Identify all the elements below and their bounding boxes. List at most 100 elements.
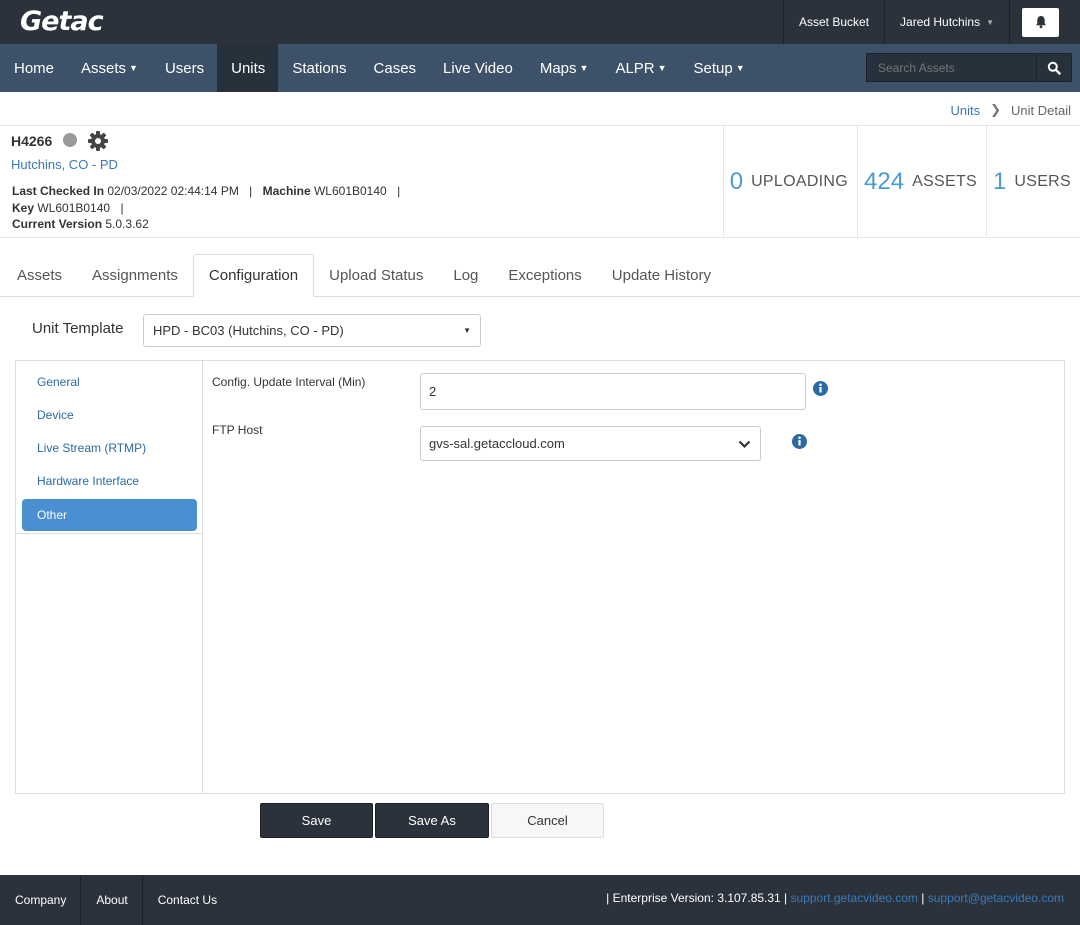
unit-template-select[interactable]: HPD - BC03 (Hutchins, CO - PD) ▼: [143, 314, 481, 347]
stat-uploading[interactable]: 0 UPLOADING: [722, 126, 857, 237]
stat-users-label: USERS: [1014, 172, 1071, 190]
tab-assets[interactable]: Assets: [2, 254, 77, 297]
caret-down-icon: ▼: [129, 63, 138, 73]
asset-bucket-link[interactable]: Asset Bucket: [783, 0, 884, 44]
section-general[interactable]: General: [22, 366, 197, 398]
save-as-button[interactable]: Save As: [375, 803, 489, 838]
gear-icon[interactable]: [87, 130, 109, 152]
tab-exceptions[interactable]: Exceptions: [493, 254, 596, 297]
caret-down-icon: ▼: [986, 17, 994, 27]
unit-meta-line-3: Current Version 5.0.3.62: [12, 217, 149, 231]
info-icon[interactable]: [792, 434, 807, 449]
enterprise-version: | Enterprise Version: 3.107.85.31 |: [606, 891, 788, 905]
nav-alpr[interactable]: ALPR ▼: [601, 44, 679, 92]
support-site-link[interactable]: support.getacvideo.com: [791, 891, 918, 905]
caret-down-icon: ▼: [463, 326, 471, 335]
section-hardware-interface[interactable]: Hardware Interface: [22, 465, 197, 497]
breadcrumb-units-link[interactable]: Units: [951, 103, 981, 118]
separator: |: [120, 201, 124, 215]
nav-stations-label: Stations: [292, 59, 347, 77]
version-label: Current Version: [12, 217, 103, 231]
nav-alpr-label: ALPR: [615, 59, 655, 77]
support-email-link[interactable]: support@getacvideo.com: [928, 891, 1064, 905]
sidebar-divider: [16, 533, 202, 534]
stat-assets[interactable]: 424 ASSETS: [857, 126, 986, 237]
nav-cases[interactable]: Cases: [360, 44, 430, 92]
config-panel: General Device Live Stream (RTMP) Hardwa…: [15, 360, 1065, 794]
tab-update-history[interactable]: Update History: [597, 254, 726, 297]
separator: |: [249, 184, 253, 198]
machine-label: Machine: [262, 184, 311, 198]
footer-contact-link[interactable]: Contact Us: [143, 875, 231, 925]
unit-agency-link[interactable]: Hutchins, CO - PD: [11, 157, 118, 172]
unit-meta-line-2: Key WL601B0140 |: [12, 201, 131, 215]
key-value: WL601B0140: [37, 201, 111, 215]
footer-about-link[interactable]: About: [81, 875, 143, 925]
nav-cases-label: Cases: [373, 59, 417, 77]
getac-logo[interactable]: Getac: [20, 6, 104, 37]
info-icon[interactable]: [813, 381, 828, 396]
nav-live-video-label: Live Video: [443, 59, 513, 77]
search-input[interactable]: [866, 53, 1036, 82]
last-checked-value: 02/03/2022 02:44:14 PM: [107, 184, 239, 198]
footer-company-link[interactable]: Company: [0, 875, 82, 925]
nav-setup[interactable]: Setup ▼: [680, 44, 758, 92]
notifications-button[interactable]: [1022, 7, 1059, 37]
key-label: Key: [12, 201, 35, 215]
last-checked-label: Last Checked In: [12, 184, 105, 198]
nav-units[interactable]: Units: [217, 44, 279, 92]
stat-assets-label: ASSETS: [912, 172, 978, 190]
separator: |: [397, 184, 401, 198]
top-bar: Getac Asset Bucket Jared Hutchins ▼: [0, 0, 1080, 44]
tabs-divider: [0, 296, 1080, 297]
search-button[interactable]: [1036, 53, 1072, 82]
nav-setup-label: Setup: [693, 59, 733, 77]
user-menu[interactable]: Jared Hutchins ▼: [884, 0, 1009, 44]
nav-home[interactable]: Home: [0, 44, 67, 92]
stat-uploading-label: UPLOADING: [751, 172, 849, 190]
chevron-down-icon: [738, 440, 751, 449]
nav-maps-label: Maps: [539, 59, 577, 77]
bell-icon: [1035, 16, 1046, 29]
nav-assets[interactable]: Assets ▼: [67, 44, 151, 92]
nav-users[interactable]: Users: [151, 44, 217, 92]
unit-template-label: Unit Template: [32, 320, 124, 337]
nav-stations[interactable]: Stations: [278, 44, 359, 92]
tab-log[interactable]: Log: [438, 254, 493, 297]
nav-home-label: Home: [14, 59, 55, 77]
ftp-host-value: gvs-sal.getaccloud.com: [429, 436, 565, 451]
breadcrumb: Units ❯ Unit Detail: [951, 102, 1072, 118]
ftp-host-select[interactable]: gvs-sal.getaccloud.com: [420, 426, 761, 461]
section-device[interactable]: Device: [22, 399, 197, 431]
nav-assets-label: Assets: [81, 59, 127, 77]
nav-users-label: Users: [164, 59, 205, 77]
stat-uploading-value: 0: [729, 167, 744, 195]
caret-down-icon: ▼: [579, 63, 589, 73]
nav-live-video[interactable]: Live Video: [429, 44, 526, 92]
unit-meta-line-1: Last Checked In 02/03/2022 02:44:14 PM |…: [12, 184, 407, 198]
unit-tabs: Assets Assignments Configuration Upload …: [2, 254, 726, 297]
status-dot-icon: [63, 133, 77, 147]
footer-version-info: | Enterprise Version: 3.107.85.31 | supp…: [606, 891, 1064, 905]
nav-units-label: Units: [231, 59, 266, 77]
ftp-host-label: FTP Host: [212, 423, 263, 437]
cancel-button[interactable]: Cancel: [491, 803, 604, 838]
section-other[interactable]: Other: [22, 499, 197, 531]
separator: |: [921, 891, 925, 905]
tab-assignments[interactable]: Assignments: [77, 254, 193, 297]
divider: [0, 237, 1080, 238]
search-icon: [1047, 61, 1061, 75]
tab-configuration[interactable]: Configuration: [192, 254, 315, 297]
user-name: Jared Hutchins: [900, 15, 981, 29]
section-live-stream[interactable]: Live Stream (RTMP): [22, 432, 197, 464]
interval-value: 2: [429, 384, 437, 399]
unit-id: H4266: [11, 133, 53, 149]
config-sidebar: General Device Live Stream (RTMP) Hardwa…: [16, 361, 203, 793]
nav-maps[interactable]: Maps ▼: [526, 44, 602, 92]
save-button[interactable]: Save: [260, 803, 373, 838]
tab-upload-status[interactable]: Upload Status: [314, 254, 438, 297]
caret-down-icon: ▼: [735, 63, 745, 73]
interval-input[interactable]: 2: [420, 373, 806, 410]
stat-users[interactable]: 1 USERS: [986, 126, 1080, 237]
unit-template-value: HPD - BC03 (Hutchins, CO - PD): [153, 323, 344, 338]
